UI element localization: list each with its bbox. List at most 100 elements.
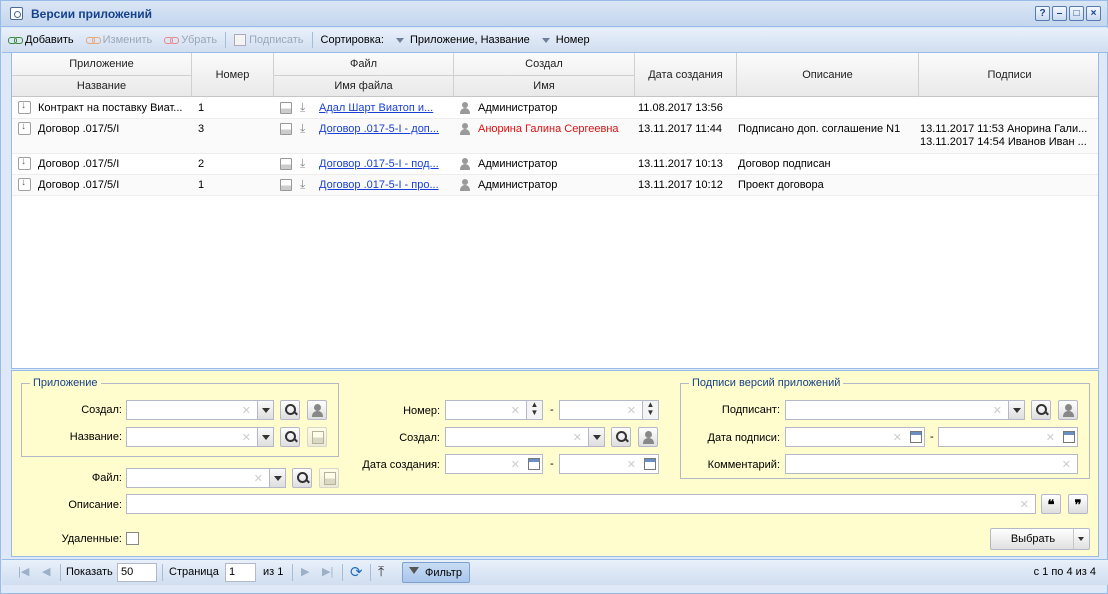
last-page-icon[interactable]: ▶|: [322, 565, 333, 578]
user-icon[interactable]: [307, 400, 327, 420]
quote-close-button[interactable]: ❞: [1068, 494, 1088, 514]
quote-open-button[interactable]: ❝: [1041, 494, 1061, 514]
download-icon[interactable]: [18, 100, 31, 114]
refresh-icon[interactable]: ⟳: [350, 563, 363, 581]
table-row[interactable]: Договор .017/5/I 3 ⤓ Договор .017-5-I - …: [12, 119, 1098, 154]
created-by-combo[interactable]: ✕: [126, 400, 274, 420]
number-from-input[interactable]: ✕ ▲ ▼: [445, 400, 543, 420]
spinner-icon[interactable]: ▲ ▼: [526, 401, 542, 419]
select-button[interactable]: Выбрать: [990, 528, 1090, 550]
header-creator-name[interactable]: Имя: [454, 75, 635, 97]
clear-icon[interactable]: ✕: [993, 404, 1002, 417]
next-page-icon[interactable]: ▶: [301, 565, 309, 578]
search-icon[interactable]: [292, 468, 312, 488]
description-input[interactable]: ✕: [126, 494, 1036, 514]
search-icon[interactable]: [280, 400, 300, 420]
download-icon[interactable]: [18, 121, 31, 135]
created-date-from[interactable]: ✕: [445, 454, 543, 474]
comment-input[interactable]: ✕: [785, 454, 1078, 474]
cell-file-link[interactable]: Договор .017-5-I - под...: [319, 158, 449, 170]
chevron-down-icon[interactable]: [1008, 401, 1024, 419]
save-icon[interactable]: [280, 158, 292, 170]
header-number[interactable]: Номер: [192, 53, 274, 97]
sign-date-to[interactable]: ✕: [938, 427, 1078, 447]
add-button[interactable]: Добавить: [8, 34, 74, 46]
sign-button[interactable]: Подписать: [234, 34, 304, 46]
cell-file-link[interactable]: Договор .017-5-I - про...: [319, 179, 449, 191]
save-icon[interactable]: [280, 102, 292, 114]
file-combo[interactable]: ✕: [126, 468, 286, 488]
table-row[interactable]: Контракт на поставку Виат... 1 ⤓ Адал Ша…: [12, 98, 1098, 119]
number-to-input[interactable]: ✕ ▲ ▼: [559, 400, 659, 420]
edit-button[interactable]: Изменить: [85, 34, 152, 46]
help-button[interactable]: ?: [1035, 6, 1050, 21]
save-icon[interactable]: [307, 427, 327, 447]
user-icon[interactable]: [1058, 400, 1078, 420]
clear-icon[interactable]: ✕: [627, 458, 636, 471]
search-icon[interactable]: [1031, 400, 1051, 420]
sign-date-from[interactable]: ✕: [785, 427, 925, 447]
minimize-button[interactable]: –: [1052, 6, 1067, 21]
calendar-icon[interactable]: [1063, 431, 1075, 443]
calendar-icon[interactable]: [910, 431, 922, 443]
clear-icon[interactable]: ✕: [511, 458, 520, 471]
clear-icon[interactable]: ✕: [242, 404, 251, 417]
header-created-date[interactable]: Дата создания: [635, 53, 737, 97]
user-icon[interactable]: [638, 427, 658, 447]
download-arrow-icon[interactable]: ⤓: [300, 101, 312, 114]
deleted-checkbox[interactable]: [126, 532, 139, 545]
download-icon[interactable]: [18, 156, 31, 170]
spinner-icon[interactable]: ▲ ▼: [642, 401, 658, 419]
chevron-down-icon[interactable]: [269, 469, 285, 487]
header-description[interactable]: Описание: [737, 53, 919, 97]
save-icon[interactable]: [319, 468, 339, 488]
table-row[interactable]: Договор .017/5/I 1 ⤓ Договор .017-5-I - …: [12, 175, 1098, 196]
calendar-icon[interactable]: [528, 458, 540, 470]
signer-combo[interactable]: ✕: [785, 400, 1025, 420]
cell-file-link[interactable]: Договор .017-5-I - доп...: [319, 123, 449, 135]
save-icon[interactable]: [280, 123, 292, 135]
chevron-down-icon[interactable]: [257, 401, 273, 419]
download-arrow-icon[interactable]: ⤓: [300, 178, 312, 191]
download-icon[interactable]: [18, 177, 31, 191]
created-date-to[interactable]: ✕: [559, 454, 659, 474]
clear-icon[interactable]: ✕: [1020, 498, 1029, 511]
chevron-down-icon[interactable]: [588, 428, 604, 446]
search-icon[interactable]: [280, 427, 300, 447]
remove-button[interactable]: Убрать: [164, 34, 217, 46]
chevron-down-icon[interactable]: [257, 428, 273, 446]
page-size-input[interactable]: 50: [117, 563, 157, 582]
filter-button[interactable]: Фильтр: [402, 562, 470, 583]
clear-icon[interactable]: ✕: [254, 472, 263, 485]
close-button[interactable]: ×: [1086, 6, 1101, 21]
cell-created-date: 13.11.2017 10:12: [638, 179, 723, 191]
download-arrow-icon[interactable]: ⤓: [300, 157, 312, 170]
sort-number-button[interactable]: Номер: [541, 34, 590, 46]
clear-icon[interactable]: ✕: [511, 404, 520, 417]
sort-app-name-button[interactable]: Приложение, Название: [395, 34, 530, 46]
page-input[interactable]: 1: [225, 563, 256, 582]
download-arrow-icon[interactable]: ⤓: [300, 122, 312, 135]
maximize-button[interactable]: □: [1069, 6, 1084, 21]
clear-icon[interactable]: ✕: [1062, 458, 1071, 471]
cell-signature: 13.11.2017 11:53 Анорина Гали...: [920, 123, 1088, 135]
first-page-icon[interactable]: |◀: [18, 565, 29, 578]
clear-icon[interactable]: ✕: [1046, 431, 1055, 444]
header-signatures[interactable]: Подписи: [919, 53, 1098, 97]
export-icon[interactable]: ⤒: [378, 563, 384, 580]
header-app-name[interactable]: Название: [12, 75, 192, 97]
name-combo[interactable]: ✕: [126, 427, 274, 447]
clear-icon[interactable]: ✕: [242, 431, 251, 444]
clear-icon[interactable]: ✕: [573, 431, 582, 444]
clear-icon[interactable]: ✕: [627, 404, 636, 417]
clear-icon[interactable]: ✕: [893, 431, 902, 444]
search-icon[interactable]: [611, 427, 631, 447]
table-row[interactable]: Договор .017/5/I 2 ⤓ Договор .017-5-I - …: [12, 154, 1098, 175]
created-by2-combo[interactable]: ✕: [445, 427, 605, 447]
save-icon[interactable]: [280, 179, 292, 191]
prev-page-icon[interactable]: ◀: [42, 565, 50, 578]
chevron-down-icon[interactable]: [1073, 529, 1089, 549]
cell-file-link[interactable]: Адал Шарт Виатоп и...: [319, 102, 449, 114]
header-file-name[interactable]: Имя файла: [274, 75, 454, 97]
calendar-icon[interactable]: [644, 458, 656, 470]
